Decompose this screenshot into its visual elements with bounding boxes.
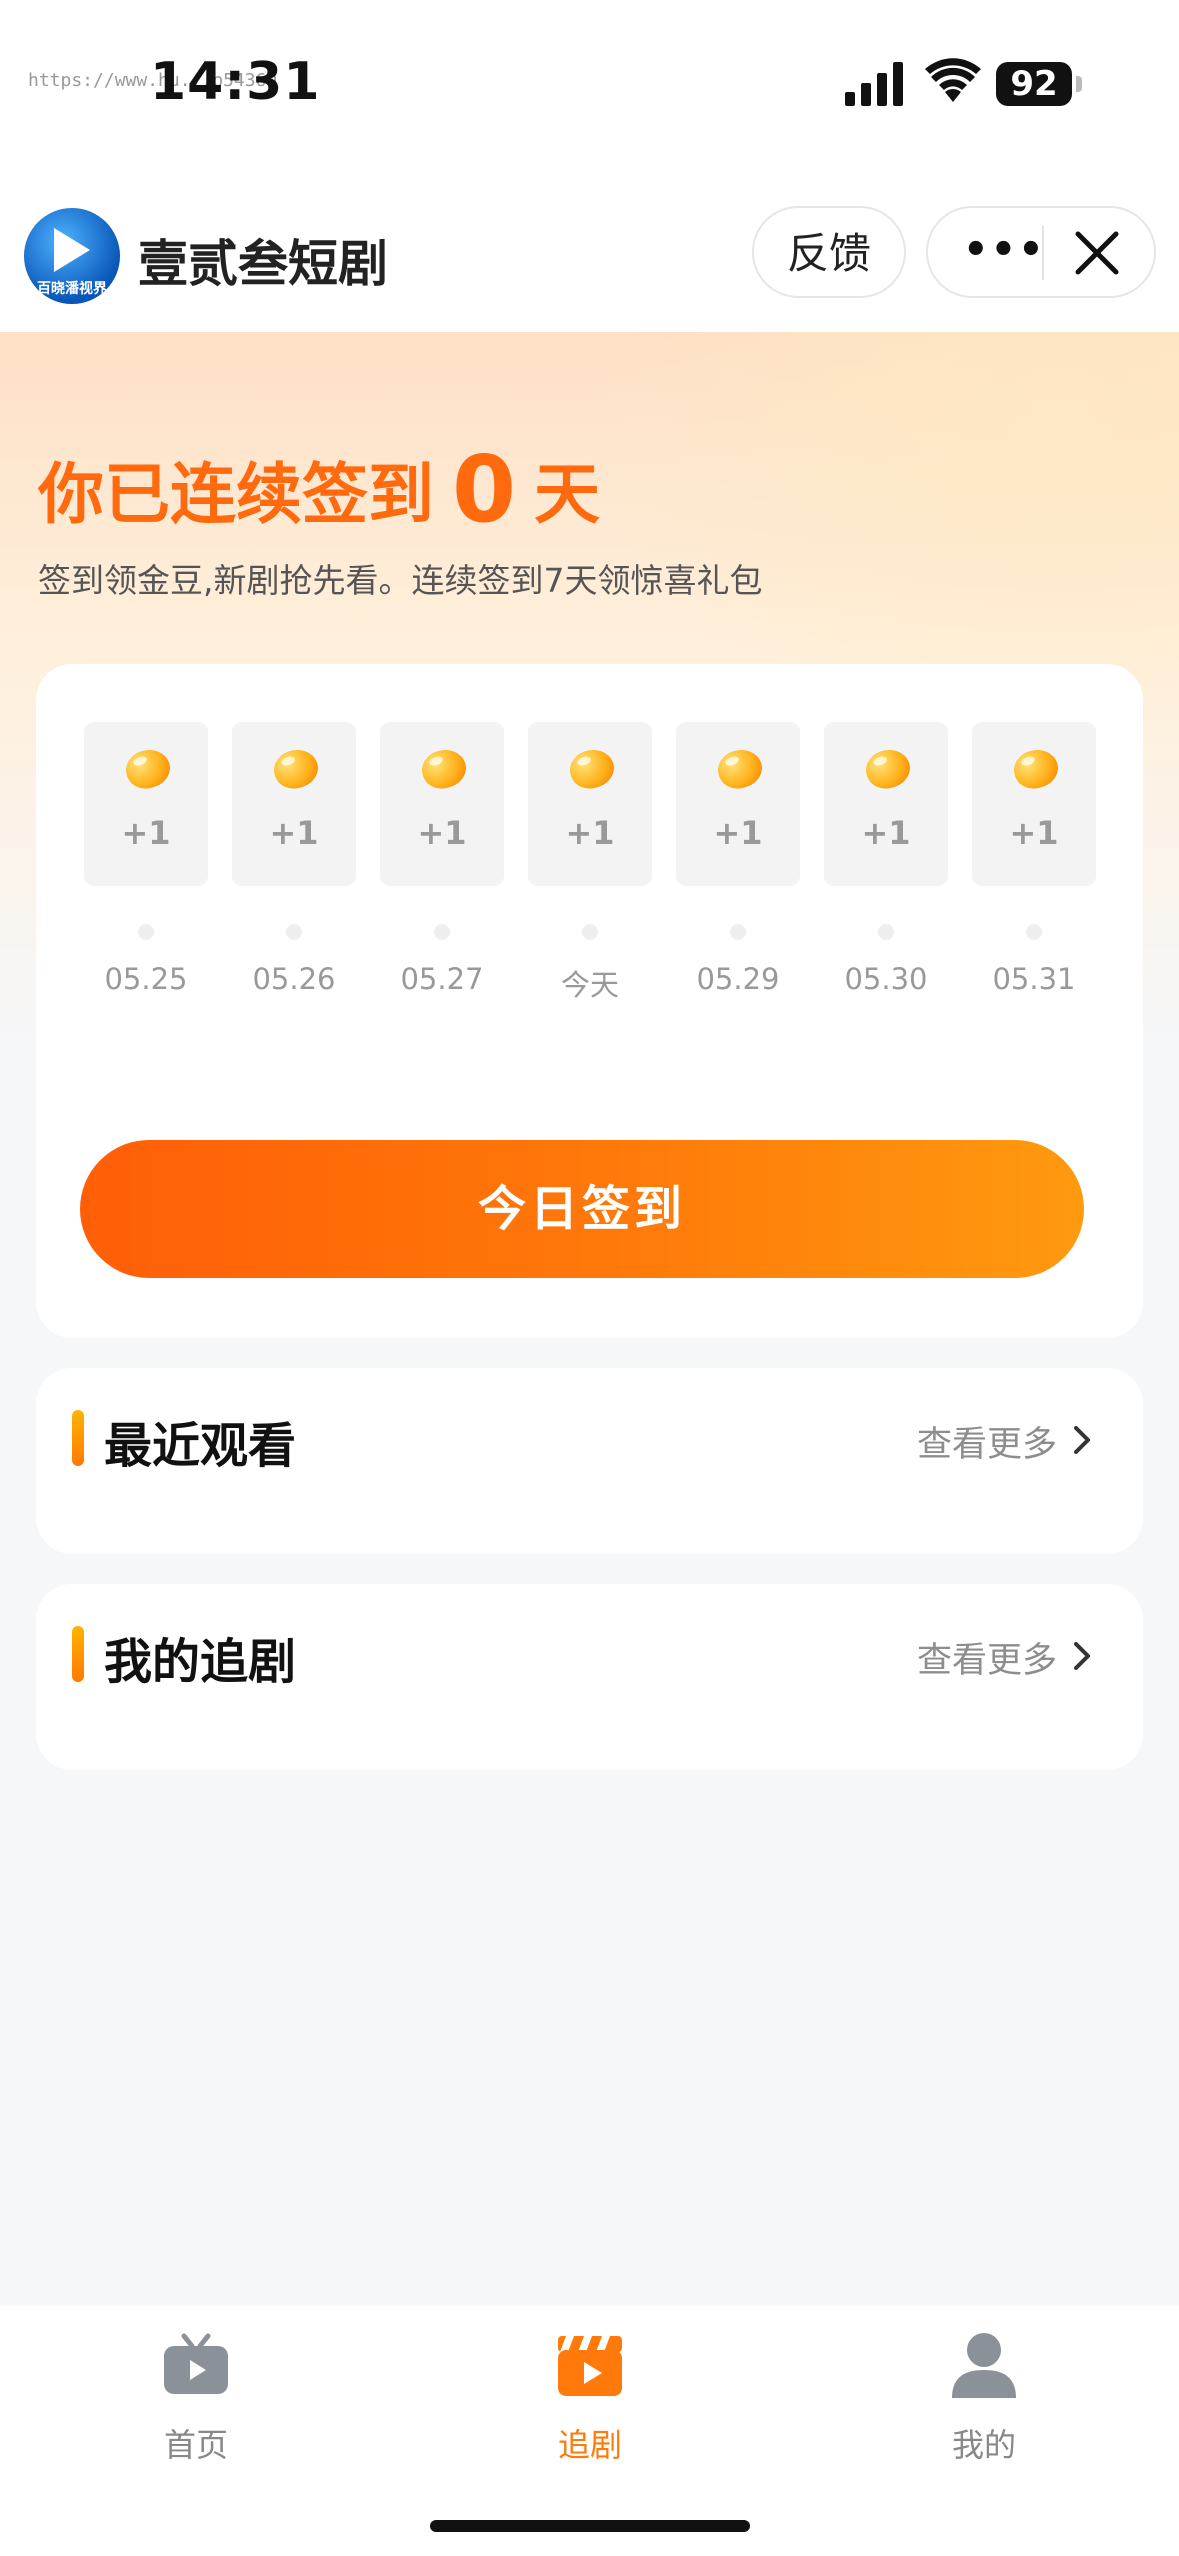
clapperboard-icon	[558, 2336, 622, 2396]
my-series-section: 我的追剧 查看更多	[36, 1584, 1143, 1770]
reward-amount: +1	[121, 814, 171, 852]
bottom-tab-bar: 首页 追剧 我的	[0, 2306, 1179, 2556]
chevron-right-icon[interactable]	[1067, 1422, 1097, 1458]
checkin-day: +1 05.31	[972, 722, 1096, 996]
checkin-day: +1 05.29	[676, 722, 800, 996]
status-bar: https://www.hu...b54360 14:31 92	[0, 0, 1179, 170]
progress-dot	[138, 924, 154, 940]
tab-me[interactable]: 我的	[884, 2326, 1084, 2466]
tv-icon	[164, 2333, 228, 2394]
reward-tile: +1	[824, 722, 948, 886]
reward-amount: +1	[565, 814, 615, 852]
more-options-icon[interactable]: •••	[963, 230, 1044, 274]
reward-tile: +1	[84, 722, 208, 886]
tab-label: 追剧	[557, 2426, 622, 2464]
progress-dot	[1026, 924, 1042, 940]
checkin-date: 05.30	[844, 962, 928, 996]
reward-amount: +1	[1009, 814, 1059, 852]
cellular-signal-icon	[845, 62, 903, 106]
view-more-link[interactable]: 查看更多	[917, 1632, 1057, 1683]
checkin-date: 05.26	[252, 962, 336, 996]
gold-bean-icon	[861, 744, 915, 794]
reward-tile: +1	[232, 722, 356, 886]
logo-text: 百晓潘视界	[37, 281, 107, 297]
tab-home[interactable]: 首页	[96, 2326, 296, 2466]
checkin-date: 今天	[560, 968, 619, 1002]
section-title: 最近观看	[104, 1418, 297, 1474]
reward-amount: +1	[713, 814, 763, 852]
checkin-subtitle: 签到领金豆,新剧抢先看。连续签到7天领惊喜礼包	[38, 561, 763, 600]
view-more-link[interactable]: 查看更多	[917, 1416, 1057, 1467]
checkin-date: 05.29	[696, 962, 780, 996]
daily-checkin-button[interactable]: 今日签到	[80, 1140, 1084, 1278]
battery-indicator: 92	[996, 62, 1072, 106]
miniapp-capsule: •••	[926, 206, 1156, 298]
play-icon	[54, 228, 90, 272]
reward-amount: +1	[861, 814, 911, 852]
streak-suffix: 天	[534, 456, 601, 533]
progress-dot	[878, 924, 894, 940]
capsule-divider	[1042, 226, 1044, 280]
progress-dot	[286, 924, 302, 940]
section-accent-bar	[72, 1410, 84, 1466]
close-icon[interactable]	[1068, 224, 1126, 282]
tab-label: 首页	[163, 2426, 228, 2464]
gold-bean-icon	[713, 744, 767, 794]
home-indicator[interactable]	[430, 2520, 750, 2532]
reward-tile: +1	[972, 722, 1096, 886]
app-header: 百晓潘视界 壹贰叁短剧 反馈 •••	[0, 170, 1179, 332]
reward-tile: +1	[676, 722, 800, 886]
checkin-date: 05.31	[992, 962, 1076, 996]
streak-days-count: 0	[452, 436, 517, 543]
feedback-button[interactable]: 反馈	[752, 206, 906, 298]
reward-amount: +1	[269, 814, 319, 852]
gold-bean-icon	[417, 744, 471, 794]
checkin-card: +1 05.25 +1 05.26 +1 05.27 +1 今天 +1 05.2…	[36, 664, 1143, 1338]
section-accent-bar	[72, 1626, 84, 1682]
gold-bean-icon	[1009, 744, 1063, 794]
app-logo: 百晓潘视界	[24, 208, 120, 304]
app-title: 壹贰叁短剧	[138, 235, 388, 293]
checkin-date: 05.25	[104, 962, 188, 996]
chevron-right-icon[interactable]	[1067, 1638, 1097, 1674]
reward-tile: +1	[528, 722, 652, 886]
tab-series[interactable]: 追剧	[490, 2326, 690, 2466]
battery-tip	[1076, 76, 1082, 92]
checkin-day-today: +1 今天	[528, 722, 652, 1004]
gold-bean-icon	[269, 744, 323, 794]
checkin-date: 05.27	[400, 962, 484, 996]
gold-bean-icon	[121, 744, 175, 794]
checkin-day: +1 05.30	[824, 722, 948, 996]
checkin-day: +1 05.25	[84, 722, 208, 996]
section-title: 我的追剧	[104, 1634, 297, 1690]
streak-prefix: 你已连续签到	[38, 456, 434, 533]
progress-dot	[434, 924, 450, 940]
person-icon	[952, 2333, 1016, 2398]
checkin-day: +1 05.26	[232, 722, 356, 996]
recently-watched-section: 最近观看 查看更多	[36, 1368, 1143, 1554]
reward-tile: +1	[380, 722, 504, 886]
checkin-day: +1 05.27	[380, 722, 504, 996]
streak-heading: 你已连续签到 0 天	[38, 432, 601, 543]
wifi-icon	[925, 58, 981, 102]
reward-amount: +1	[417, 814, 467, 852]
status-time: 14:31	[150, 52, 321, 112]
progress-dot	[582, 924, 598, 940]
tab-label: 我的	[951, 2426, 1016, 2464]
gold-bean-icon	[565, 744, 619, 794]
progress-dot	[730, 924, 746, 940]
